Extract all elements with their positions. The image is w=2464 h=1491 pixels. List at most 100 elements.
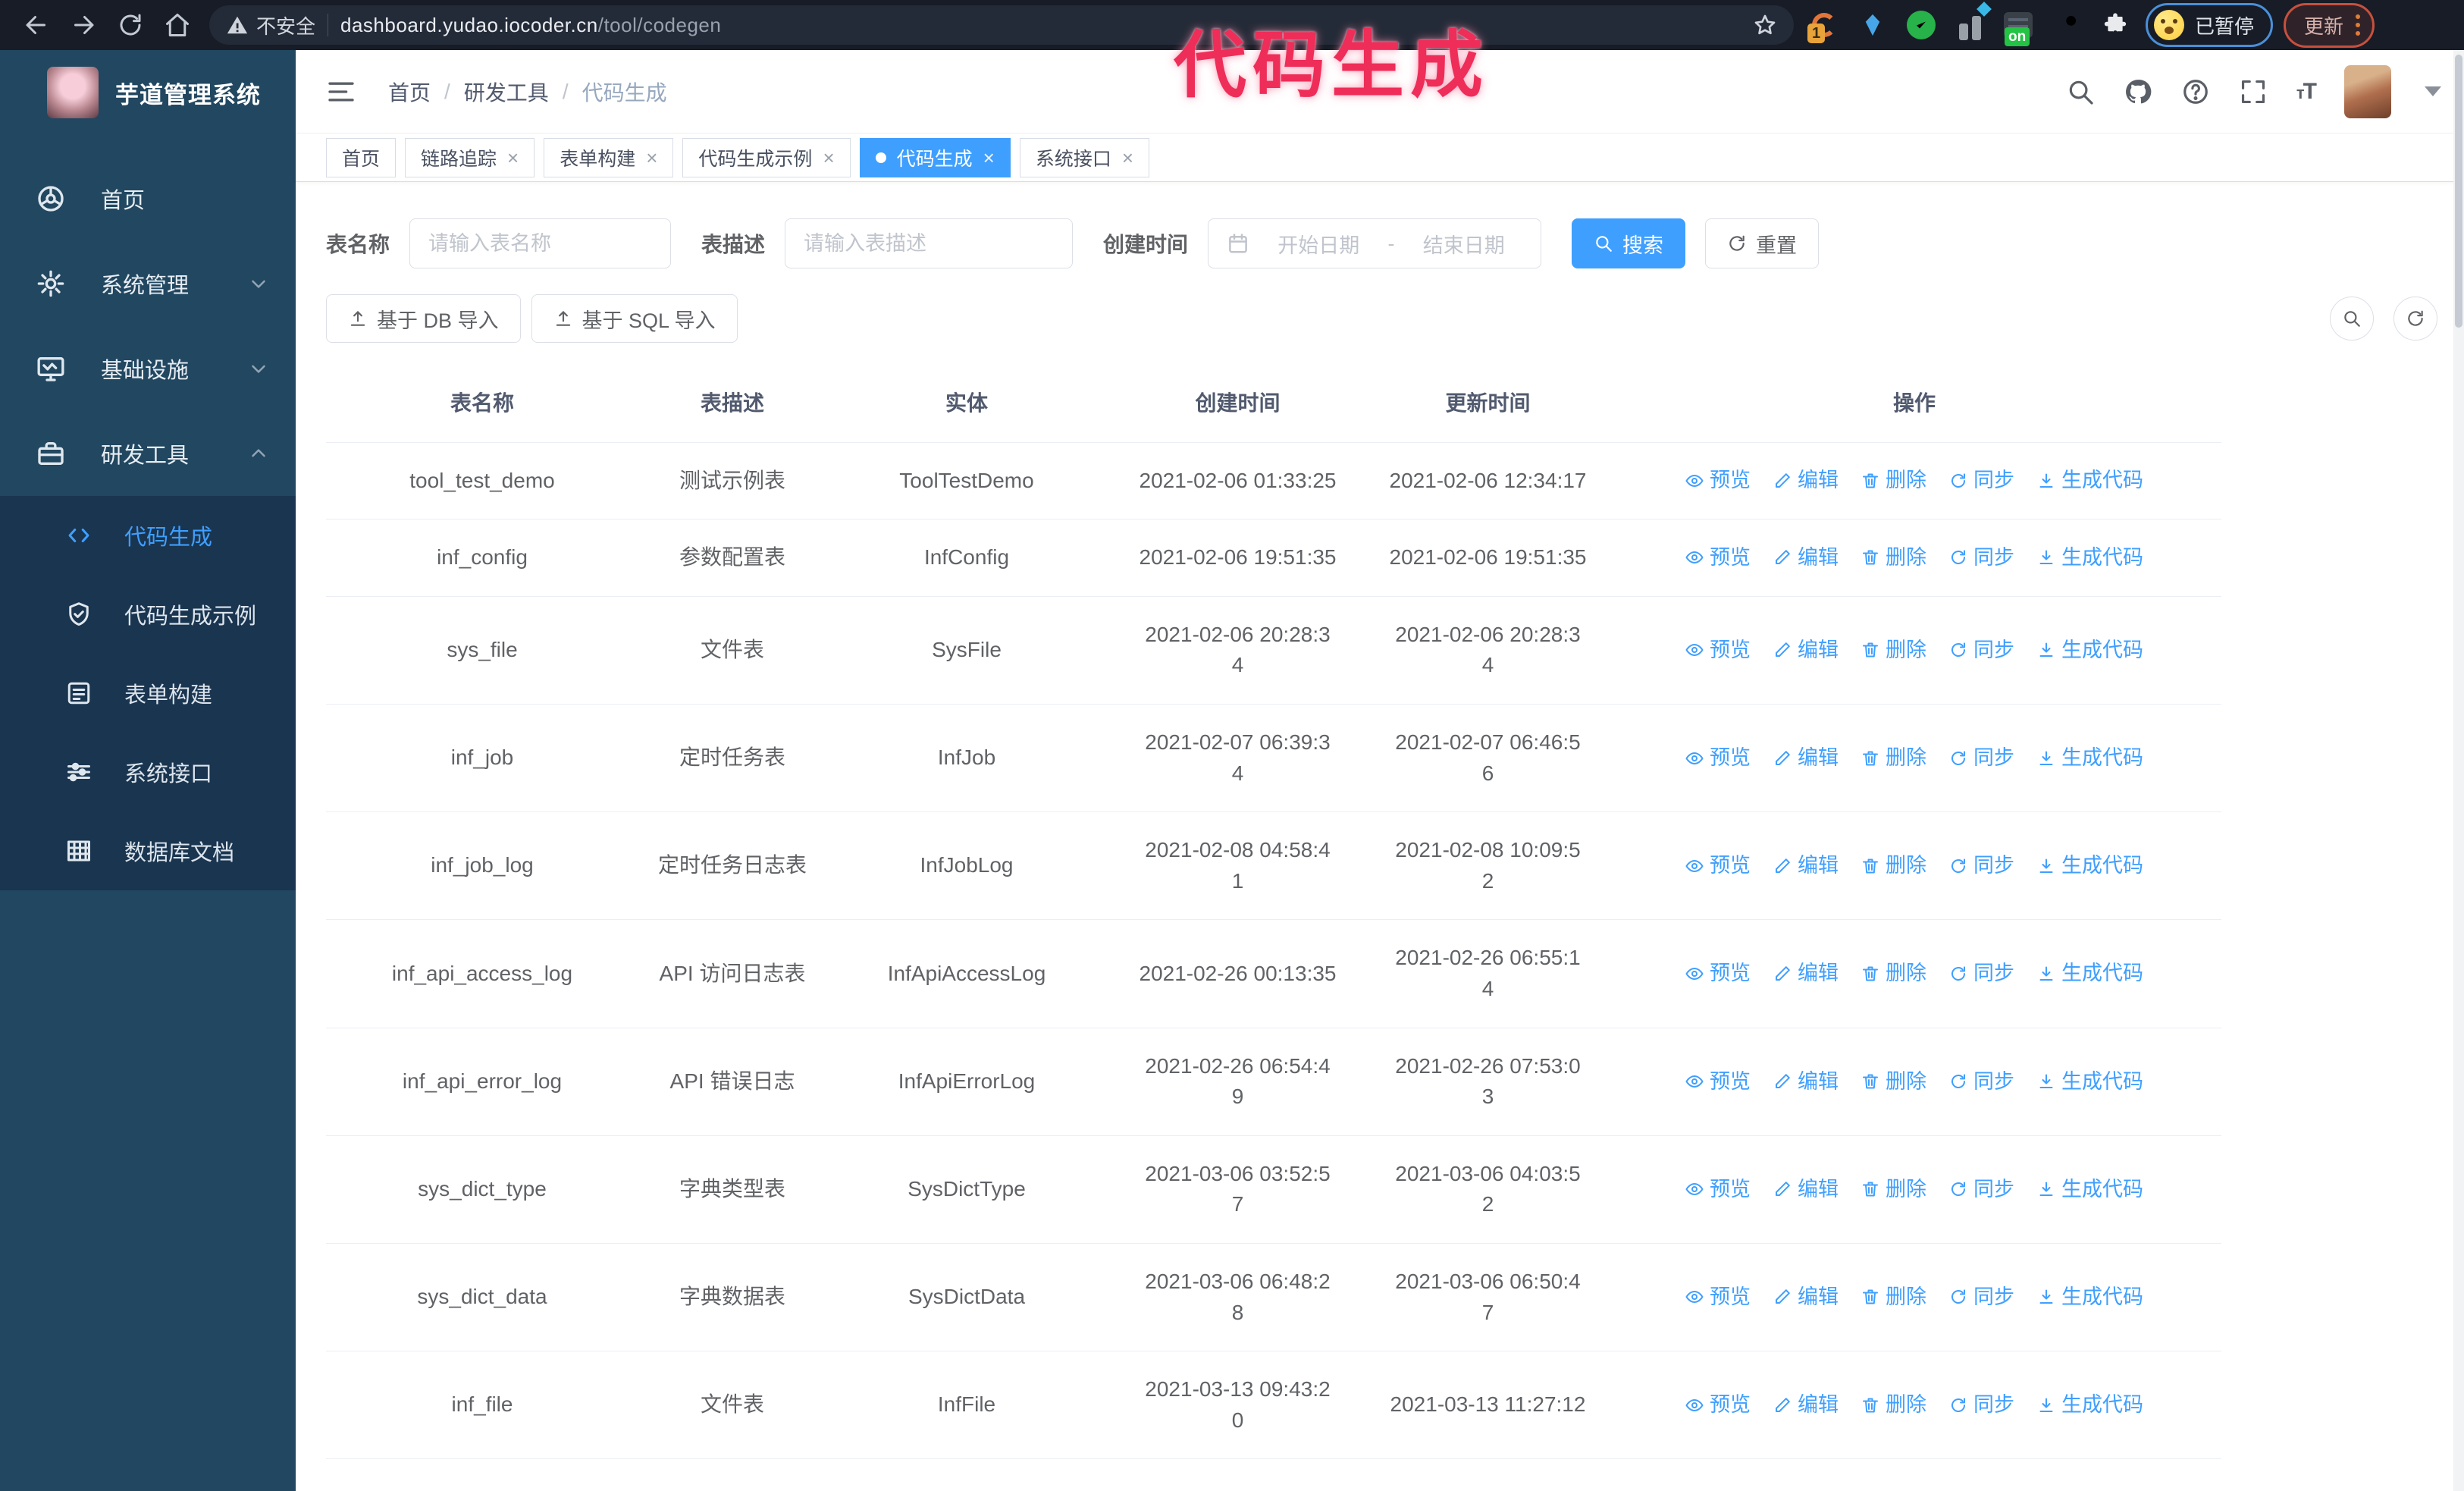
edit-link[interactable]: 编辑 [1773,1175,1839,1204]
sync-link[interactable]: 同步 [1949,543,2014,573]
breadcrumb-home[interactable]: 首页 [388,77,431,107]
bookmark-star-icon[interactable] [1753,13,1777,37]
sidebar-item-0[interactable]: 首页 [0,156,296,241]
preview-link[interactable]: 预览 [1685,1067,1751,1097]
green-key-icon[interactable] [2052,10,2082,40]
page-scrollbar[interactable] [2453,50,2464,1491]
refresh-table-button[interactable] [2393,297,2437,341]
dark-on-icon[interactable]: on [2003,10,2033,46]
reload-icon[interactable] [117,11,144,39]
tab-3[interactable]: 代码生成示例 × [682,137,851,177]
table-name-input[interactable] [428,231,653,256]
edit-link[interactable]: 编辑 [1773,1067,1839,1097]
sync-link[interactable]: 同步 [1949,636,2014,665]
generate-code-link[interactable]: 生成代码 [2037,1282,2143,1312]
browser-update-button[interactable]: 更新 [2284,2,2375,48]
submenu-item-1[interactable]: 代码生成示例 [0,575,296,654]
tab-close-icon[interactable]: × [983,148,995,168]
generate-code-link[interactable]: 生成代码 [2037,959,2143,988]
tab-1[interactable]: 链路追踪 × [405,137,535,177]
tab-close-icon[interactable]: × [646,148,657,168]
edit-link[interactable]: 编辑 [1773,743,1839,773]
fullscreen-icon[interactable] [2239,77,2268,106]
submenu-item-4[interactable]: 数据库文档 [0,811,296,890]
help-icon[interactable] [2181,77,2210,106]
delete-link[interactable]: 删除 [1861,743,1926,773]
breadcrumb-dev-tools[interactable]: 研发工具 [464,77,549,107]
sync-link[interactable]: 同步 [1949,1282,2014,1312]
search-button[interactable]: 搜索 [1572,218,1686,268]
orange-ring-icon[interactable]: 1 [1807,10,1839,43]
tab-close-icon[interactable]: × [823,148,834,168]
tab-2[interactable]: 表单构建 × [544,137,674,177]
browser-menu-icon[interactable] [2356,14,2361,36]
gray-columns-icon[interactable] [1955,2,1992,40]
blue-gem-icon[interactable] [1857,10,1888,40]
edit-link[interactable]: 编辑 [1773,1390,1839,1420]
sync-link[interactable]: 同步 [1949,1390,2014,1420]
table-desc-input[interactable] [804,231,1055,256]
sidebar-item-3[interactable]: 研发工具 [0,411,296,496]
preview-link[interactable]: 预览 [1685,466,1751,495]
submenu-item-3[interactable]: 系统接口 [0,733,296,811]
edit-link[interactable]: 编辑 [1773,1282,1839,1312]
sync-link[interactable]: 同步 [1949,1175,2014,1204]
preview-link[interactable]: 预览 [1685,743,1751,773]
sync-link[interactable]: 同步 [1949,1067,2014,1097]
delete-link[interactable]: 删除 [1861,466,1926,495]
reset-button[interactable]: 重置 [1705,218,1820,268]
generate-code-link[interactable]: 生成代码 [2037,743,2143,773]
address-bar[interactable]: 不安全 dashboard.yudao.iocoder.cn/tool/code… [209,5,1794,45]
generate-code-link[interactable]: 生成代码 [2037,636,2143,665]
green-check-icon[interactable] [1906,10,1936,40]
delete-link[interactable]: 删除 [1861,1175,1926,1204]
preview-link[interactable]: 预览 [1685,636,1751,665]
delete-link[interactable]: 删除 [1861,543,1926,573]
search-icon[interactable] [2066,77,2095,106]
edit-link[interactable]: 编辑 [1773,851,1839,880]
edit-link[interactable]: 编辑 [1773,636,1839,665]
preview-link[interactable]: 预览 [1685,1175,1751,1204]
font-size-icon[interactable]: тT [2296,79,2317,105]
tab-close-icon[interactable]: × [507,148,519,168]
delete-link[interactable]: 删除 [1861,636,1926,665]
preview-link[interactable]: 预览 [1685,543,1751,573]
generate-code-link[interactable]: 生成代码 [2037,1067,2143,1097]
scrollbar-thumb[interactable] [2455,55,2462,328]
profile-paused-pill[interactable]: 已暂停 [2146,3,2274,47]
edit-link[interactable]: 编辑 [1773,466,1839,495]
delete-link[interactable]: 删除 [1861,851,1926,880]
sync-link[interactable]: 同步 [1949,851,2014,880]
tab-5[interactable]: 系统接口 × [1019,137,1150,177]
delete-link[interactable]: 删除 [1861,1067,1926,1097]
tab-4[interactable]: 代码生成 × [859,137,1011,177]
sync-link[interactable]: 同步 [1949,466,2014,495]
delete-link[interactable]: 删除 [1861,1282,1926,1312]
puzzle-extensions-icon[interactable] [2100,10,2130,40]
generate-code-link[interactable]: 生成代码 [2037,543,2143,573]
back-icon[interactable] [23,11,50,39]
home-icon[interactable] [164,11,191,39]
sidebar-item-2[interactable]: 基础设施 [0,326,296,411]
tab-close-icon[interactable]: × [1122,148,1133,168]
generate-code-link[interactable]: 生成代码 [2037,1175,2143,1204]
sync-link[interactable]: 同步 [1949,743,2014,773]
preview-link[interactable]: 预览 [1685,851,1751,880]
not-secure-warning-icon[interactable] [226,14,249,36]
edit-link[interactable]: 编辑 [1773,543,1839,573]
forward-icon[interactable] [70,11,97,39]
sync-link[interactable]: 同步 [1949,959,2014,988]
delete-link[interactable]: 删除 [1861,1390,1926,1420]
generate-code-link[interactable]: 生成代码 [2037,851,2143,880]
submenu-item-0[interactable]: 代码生成 [0,496,296,575]
delete-link[interactable]: 删除 [1861,959,1926,988]
tab-0[interactable]: 首页 [326,137,397,177]
sidebar-item-1[interactable]: 系统管理 [0,241,296,326]
preview-link[interactable]: 预览 [1685,1390,1751,1420]
logo-row[interactable]: 芋道管理系统 [0,50,296,135]
github-icon[interactable] [2124,77,2152,106]
user-avatar[interactable] [2344,64,2391,118]
avatar-dropdown-caret-icon[interactable] [2425,86,2441,96]
submenu-item-2[interactable]: 表单构建 [0,654,296,733]
import-sql-button[interactable]: 基于 SQL 导入 [531,294,738,343]
